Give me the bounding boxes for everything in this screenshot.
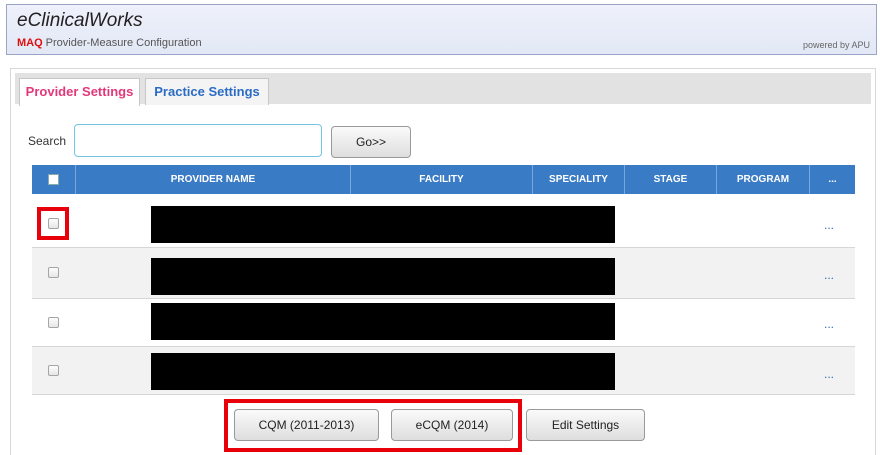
table-row[interactable]: ...	[32, 248, 855, 299]
maq-label: MAQ	[17, 37, 43, 49]
search-label: Search	[28, 134, 67, 148]
checkbox-highlight	[37, 207, 69, 240]
more-options-icon[interactable]: ...	[824, 218, 834, 232]
redacted-block	[151, 303, 615, 340]
buttons-highlight	[224, 399, 522, 452]
select-all-cell	[32, 165, 76, 194]
row-checkbox[interactable]	[48, 317, 59, 328]
select-all-checkbox[interactable]	[48, 174, 59, 185]
tab-practice-settings[interactable]: Practice Settings	[145, 78, 269, 105]
redacted-block	[151, 353, 615, 390]
row-checkbox[interactable]	[48, 365, 59, 376]
table-row[interactable]: ...	[32, 299, 855, 347]
app-header: eClinicalWorks MAQ Provider-Measure Confi…	[6, 4, 877, 55]
col-facility[interactable]: FACILITY	[351, 165, 533, 194]
table-header: PROVIDER NAME FACILITY SPECIALITY STAGE …	[32, 165, 855, 194]
col-stage[interactable]: STAGE	[625, 165, 717, 194]
col-speciality[interactable]: SPECIALITY	[533, 165, 625, 194]
redacted-block	[151, 258, 615, 295]
table-row[interactable]: ...	[32, 347, 855, 395]
row-checkbox[interactable]	[48, 267, 59, 278]
more-options-icon[interactable]: ...	[824, 317, 834, 331]
subtitle-text: Provider-Measure Configuration	[45, 37, 202, 49]
col-program[interactable]: PROGRAM	[717, 165, 810, 194]
col-provider-name[interactable]: PROVIDER NAME	[76, 165, 351, 194]
more-options-icon[interactable]: ...	[824, 268, 834, 282]
table-row[interactable]: ...	[32, 195, 855, 248]
tab-strip: Provider Settings Practice Settings	[15, 73, 871, 106]
more-options-icon[interactable]: ...	[824, 367, 834, 381]
app-title: eClinicalWorks	[17, 10, 143, 31]
page-subtitle: MAQ Provider-Measure Configuration	[17, 37, 202, 49]
redacted-block	[151, 206, 615, 243]
go-button[interactable]: Go>>	[331, 126, 411, 158]
col-more[interactable]: ...	[810, 165, 855, 194]
edit-settings-button[interactable]: Edit Settings	[526, 409, 645, 441]
tab-provider-settings[interactable]: Provider Settings	[19, 78, 140, 106]
search-input[interactable]	[74, 124, 322, 157]
powered-by-label: powered by APU	[802, 40, 870, 50]
